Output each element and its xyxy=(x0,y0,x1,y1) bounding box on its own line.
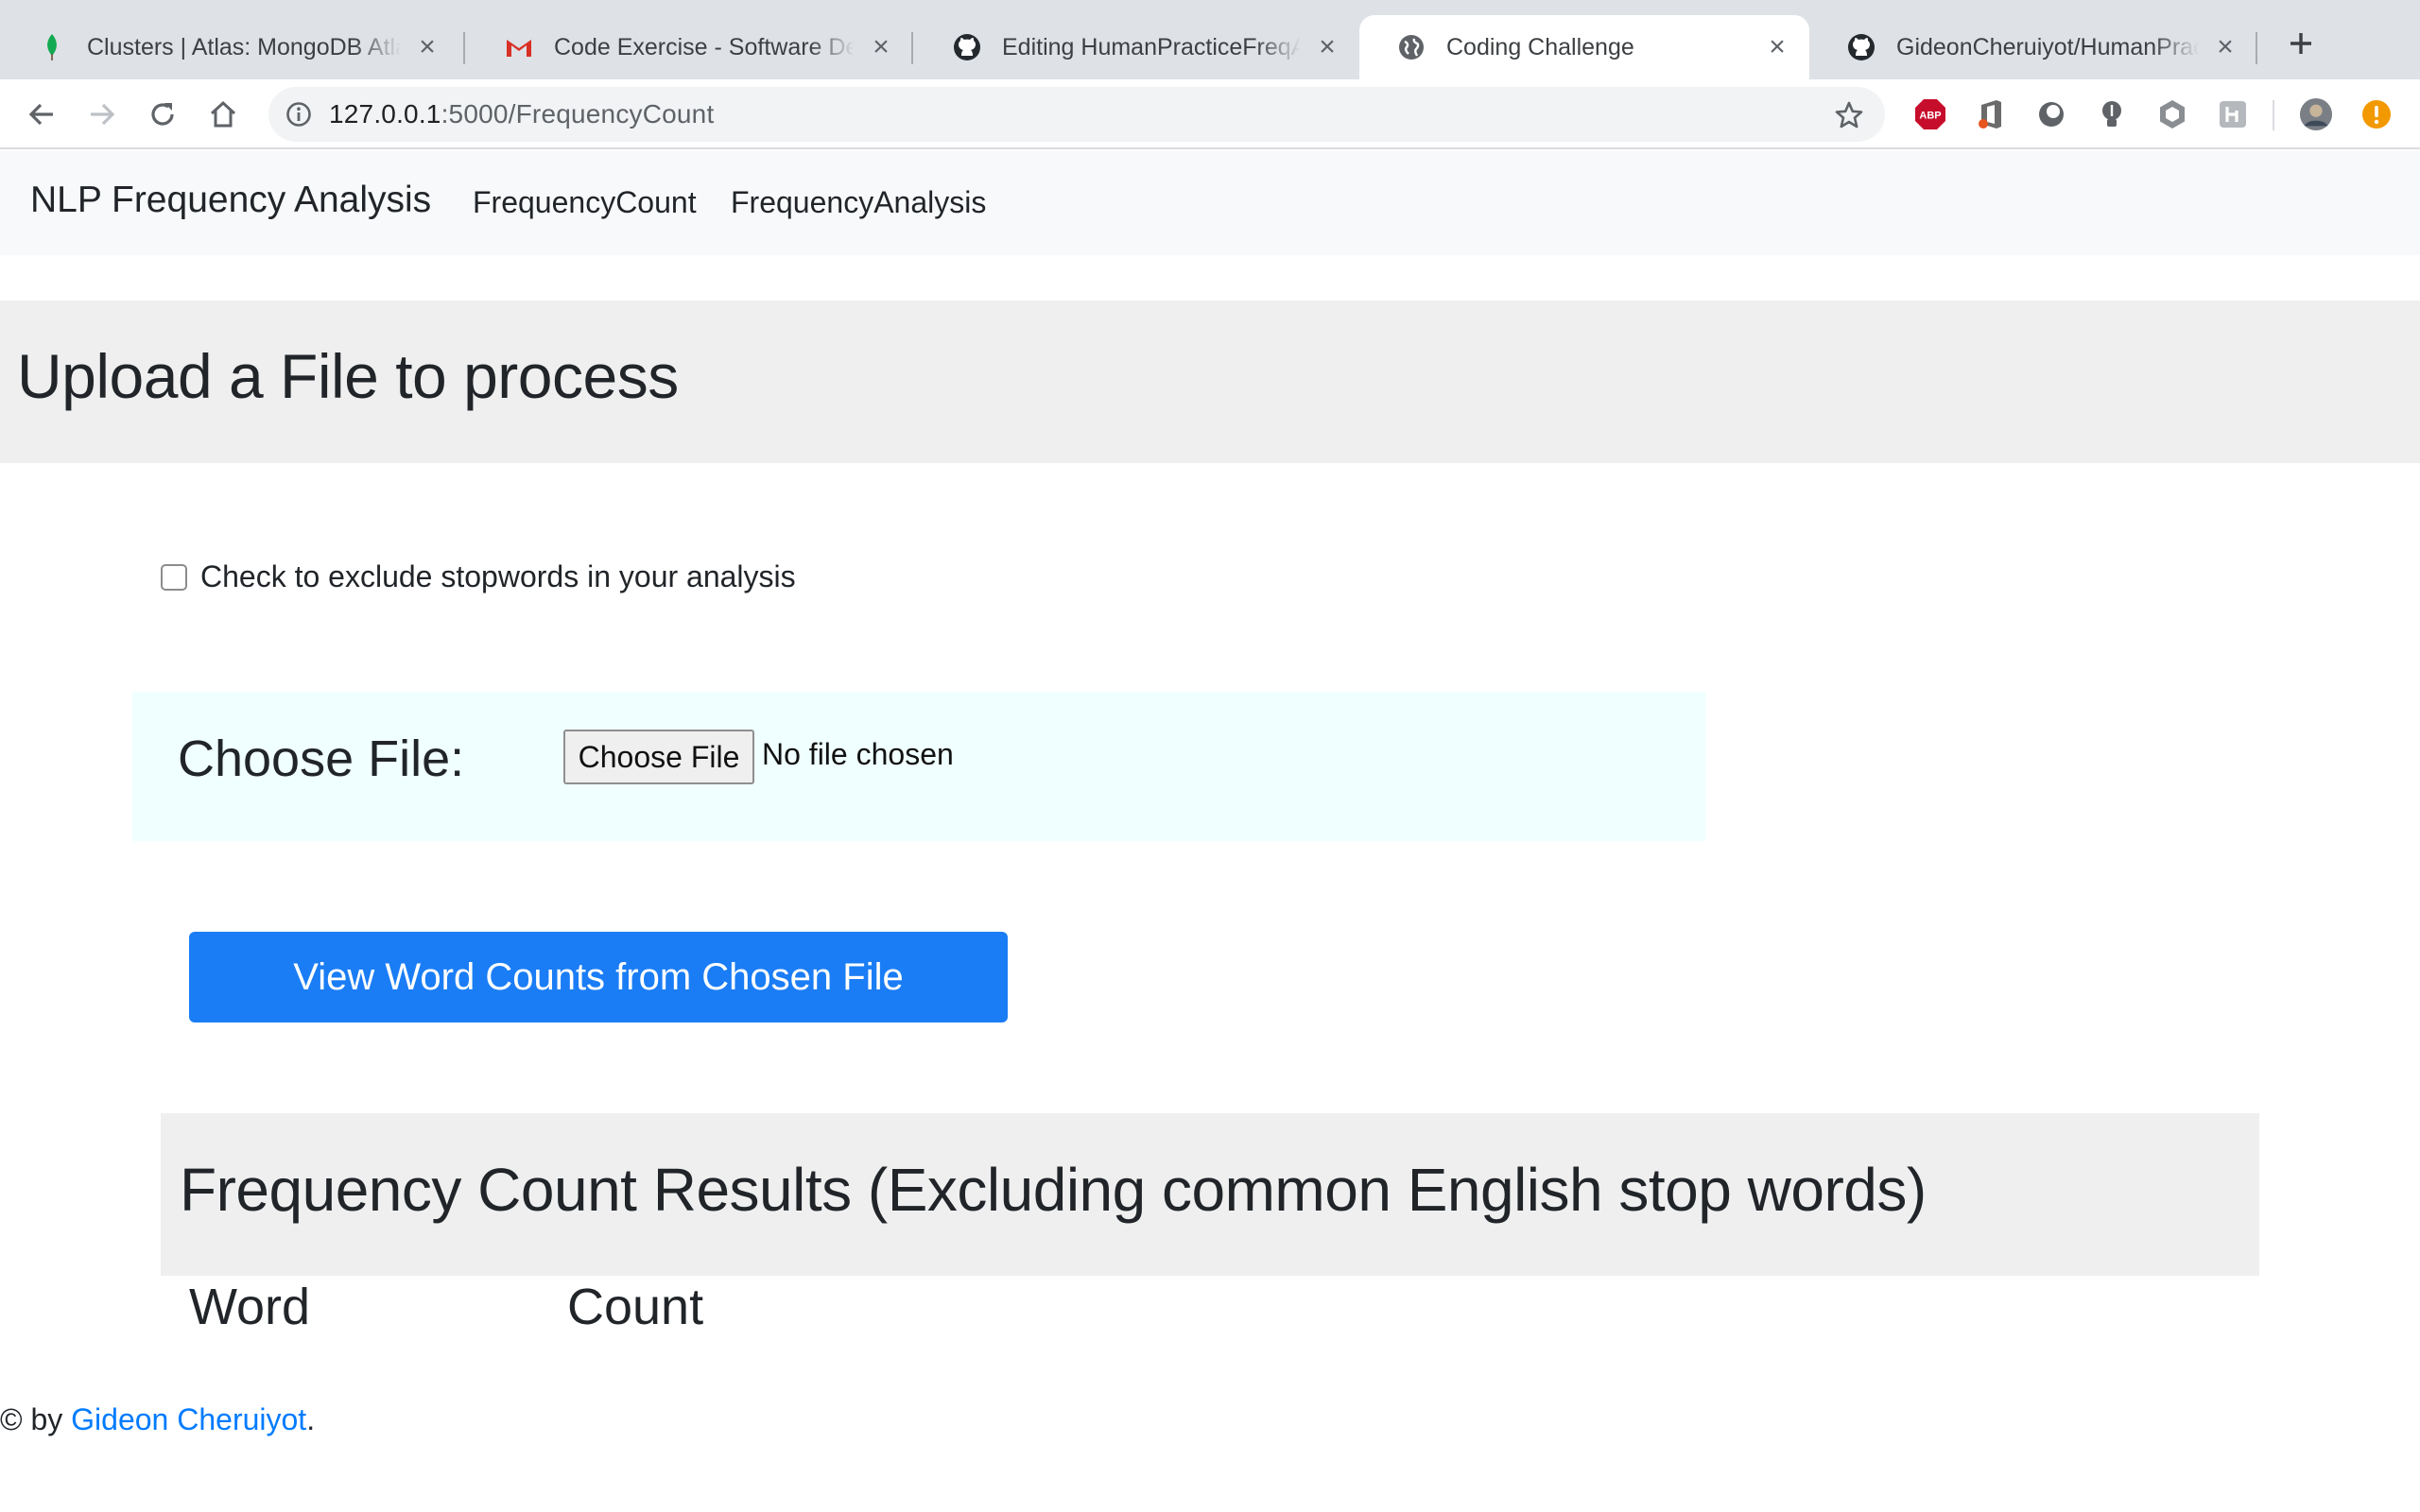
address-bar[interactable]: 127.0.0.1:5000/FrequencyCount xyxy=(268,87,1885,142)
hexagon-extension-icon[interactable] xyxy=(2155,97,2189,131)
file-status-text: No file chosen xyxy=(762,737,954,771)
tab-divider xyxy=(2256,32,2257,64)
footer: © by Gideon Cheruiyot. xyxy=(0,1402,315,1437)
h-extension-icon[interactable] xyxy=(2216,97,2250,131)
tab-title: GideonCheruiyot/HumanPracticeFreqAnalysi… xyxy=(1896,33,2199,60)
footer-suffix: . xyxy=(306,1402,316,1436)
update-alert-icon[interactable] xyxy=(2360,97,2394,131)
tab-divider xyxy=(911,32,913,64)
adblock-plus-icon[interactable]: ABP xyxy=(1913,97,1947,131)
url-path: :5000/FrequencyCount xyxy=(441,99,715,129)
results-header: Frequency Count Results (Excluding commo… xyxy=(161,1113,2259,1276)
nav-link-frequency-analysis[interactable]: FrequencyAnalysis xyxy=(731,185,986,220)
close-tab-icon[interactable]: × xyxy=(868,31,894,62)
exclude-stopwords-checkbox[interactable] xyxy=(161,563,187,591)
tab-github-editing[interactable]: Editing HumanPracticeFreqAnalysis × xyxy=(915,15,1359,79)
github-icon xyxy=(1847,33,1876,61)
upload-header: Upload a File to process xyxy=(0,301,2420,463)
tab-divider xyxy=(463,32,465,64)
mongodb-leaf-icon xyxy=(38,33,66,61)
tab-title: Code Exercise - Software Developer xyxy=(554,33,855,60)
page-title: Upload a File to process xyxy=(17,341,679,411)
url-host: 127.0.0.1 xyxy=(329,99,441,129)
tab-github-repo[interactable]: GideonCheruiyot/HumanPracticeFreqAnalysi… xyxy=(1809,15,2257,79)
tab-strip: Clusters | Atlas: MongoDB Atlas × Code E… xyxy=(0,0,2420,79)
browser-toolbar: 127.0.0.1:5000/FrequencyCount ABP xyxy=(0,79,2420,149)
tab-title: Editing HumanPracticeFreqAnalysis xyxy=(1002,33,1301,60)
footer-prefix: © by xyxy=(0,1402,72,1436)
info-icon[interactable] xyxy=(285,101,312,128)
arrow-right-icon xyxy=(91,103,115,126)
github-icon xyxy=(953,33,981,61)
toolbar-divider xyxy=(2273,100,2274,130)
tab-title: Clusters | Atlas: MongoDB Atlas xyxy=(87,33,401,60)
column-header-word: Word xyxy=(189,1279,311,1335)
close-tab-icon[interactable]: × xyxy=(414,31,441,62)
file-upload-panel: Choose File: Choose File No file chosen xyxy=(132,692,1705,841)
bulb-extension-icon[interactable] xyxy=(2095,97,2129,131)
results-title: Frequency Count Results (Excluding commo… xyxy=(180,1156,1927,1224)
choose-file-button[interactable]: Choose File xyxy=(563,730,754,784)
profile-avatar[interactable] xyxy=(2299,97,2333,131)
close-tab-icon[interactable]: × xyxy=(1314,31,1340,62)
reload-icon xyxy=(151,103,174,126)
author-link[interactable]: Gideon Cheruiyot xyxy=(71,1402,306,1436)
svg-text:ABP: ABP xyxy=(1919,111,1941,122)
back-button[interactable] xyxy=(17,90,66,139)
navbar: NLP Frequency Analysis FrequencyCount Fr… xyxy=(0,151,2420,255)
tab-mongodb-atlas[interactable]: Clusters | Atlas: MongoDB Atlas × xyxy=(0,15,459,79)
close-tab-icon[interactable]: × xyxy=(1764,31,1790,62)
office-icon[interactable] xyxy=(1974,97,2008,131)
tab-gmail[interactable]: Code Exercise - Software Developer × xyxy=(467,15,913,79)
column-header-count: Count xyxy=(567,1279,704,1335)
tab-title: Coding Challenge xyxy=(1446,33,1634,60)
file-upload-label: Choose File: xyxy=(178,730,465,787)
reload-button[interactable] xyxy=(138,90,187,139)
exclude-stopwords-label[interactable]: Check to exclude stopwords in your analy… xyxy=(200,559,796,594)
close-tab-icon[interactable]: × xyxy=(2212,31,2238,62)
tab-coding-challenge[interactable]: Coding Challenge × xyxy=(1359,15,1809,79)
home-button[interactable] xyxy=(199,90,248,139)
view-word-counts-button[interactable]: View Word Counts from Chosen File xyxy=(189,932,1008,1022)
home-icon xyxy=(210,100,236,128)
new-tab-button[interactable] xyxy=(2278,21,2324,66)
navbar-brand[interactable]: NLP Frequency Analysis xyxy=(30,180,431,221)
forward-button[interactable] xyxy=(78,90,127,139)
nav-link-frequency-count[interactable]: FrequencyCount xyxy=(473,185,697,220)
circle-extension-icon[interactable] xyxy=(2034,97,2068,131)
plus-icon xyxy=(2290,33,2311,54)
globe-icon xyxy=(1397,33,1426,61)
stopwords-option: Check to exclude stopwords in your analy… xyxy=(161,559,796,594)
url-text[interactable]: 127.0.0.1:5000/FrequencyCount xyxy=(329,99,714,129)
gmail-icon xyxy=(505,33,533,61)
bookmark-star-icon[interactable] xyxy=(1834,100,1864,130)
arrow-left-icon xyxy=(28,103,53,126)
